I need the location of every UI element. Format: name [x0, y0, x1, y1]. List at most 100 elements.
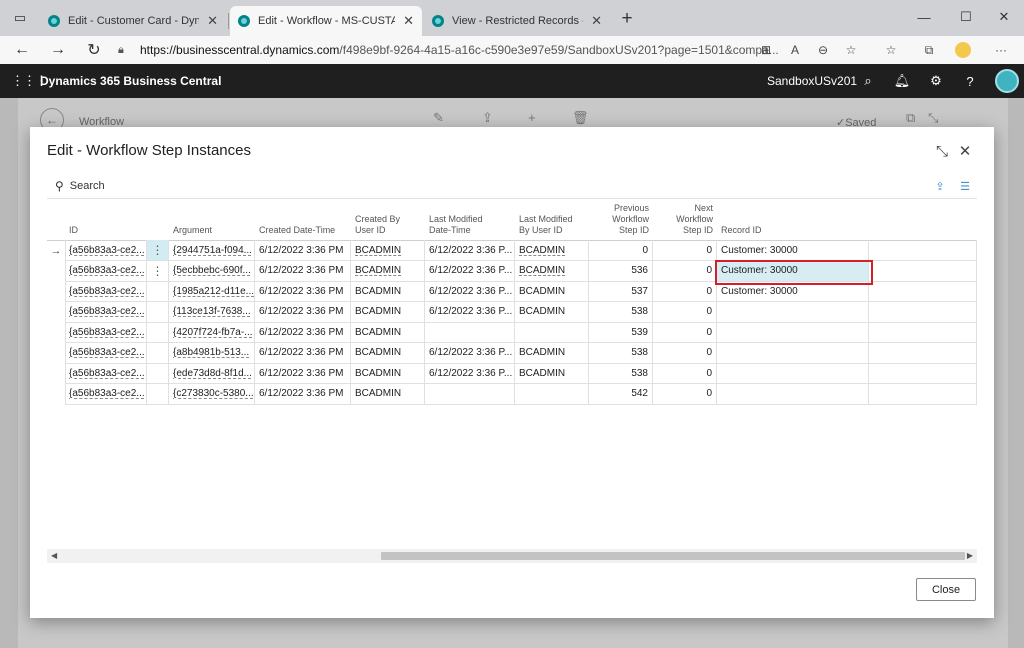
cell-record[interactable] [717, 383, 869, 405]
back-arrow-icon[interactable]: ← [10, 38, 34, 62]
cell-modified-by[interactable] [515, 322, 589, 343]
cell-argument[interactable]: {4207f724-fb7a-... [169, 322, 255, 343]
column-header-created-date-time[interactable]: Created Date-Time [259, 200, 347, 240]
favorite-star-icon[interactable]: ☆ [840, 38, 862, 62]
search-button[interactable]: ⚲ Search [55, 179, 105, 193]
zoom-icon[interactable]: ⊖ [812, 38, 834, 62]
list-view-icon[interactable]: ☰ [957, 178, 973, 194]
help-icon[interactable]: ? [961, 72, 979, 90]
cell-created[interactable]: 6/12/2022 3:36 PM [255, 342, 351, 364]
row-actions-icon[interactable] [147, 301, 169, 323]
cell-created-by[interactable]: BCADMIN [351, 281, 425, 302]
column-header-previous-workflow-step-id[interactable]: Previous Workflow Step ID [593, 200, 649, 240]
cell-modified-by[interactable]: BCADMIN [515, 301, 589, 323]
cell-argument[interactable]: {5ecbbebc-690f... [169, 260, 255, 282]
row-actions-icon[interactable]: ⋮ [147, 260, 169, 282]
more-options-icon[interactable]: ··· [990, 38, 1012, 62]
row-actions-icon[interactable] [147, 363, 169, 384]
cell-modified[interactable] [425, 322, 515, 343]
cell-argument[interactable]: {1985a212-d11e... [169, 281, 255, 302]
column-header-next-workflow-step-id[interactable]: Next Workflow Step ID [657, 200, 713, 240]
notification-bell-icon[interactable]: 🔔︎ [893, 72, 911, 90]
horizontal-scrollbar[interactable]: ◀ ▶ [47, 549, 977, 563]
row-actions-icon[interactable]: ⋮ [147, 240, 169, 261]
cell-created-by[interactable]: BCADMIN [351, 322, 425, 343]
scroll-left-icon[interactable]: ◀ [51, 551, 57, 560]
cell-id[interactable]: {a56b83a3-ce2... [65, 260, 147, 282]
cell-argument[interactable]: {113ce13f-7638... [169, 301, 255, 323]
cell-next[interactable]: 0 [653, 322, 717, 343]
cell-created[interactable]: 6/12/2022 3:36 PM [255, 322, 351, 343]
cell-next[interactable]: 0 [653, 383, 717, 405]
cell-id[interactable]: {a56b83a3-ce2... [65, 301, 147, 323]
cell-created-by[interactable]: BCADMIN [351, 260, 425, 282]
table-row[interactable]: {a56b83a3-ce2... {4207f724-fb7a-... 6/12/2… [47, 322, 977, 343]
table-row[interactable]: → {a56b83a3-ce2... ⋮ {2944751a-f094... 6/12/… [47, 240, 977, 261]
cell-next[interactable]: 0 [653, 301, 717, 323]
cell-id[interactable]: {a56b83a3-ce2... [65, 383, 147, 405]
cell-modified[interactable]: 6/12/2022 3:36 P... [425, 260, 515, 282]
cell-created-by[interactable]: BCADMIN [351, 383, 425, 405]
cell-id[interactable]: {a56b83a3-ce2... [65, 322, 147, 343]
cell-modified[interactable]: 6/12/2022 3:36 P... [425, 281, 515, 302]
cell-record[interactable] [717, 342, 869, 364]
browser-tab-customer-card[interactable]: Edit - Customer Card - Dynamics ✕ [40, 6, 226, 36]
cell-modified-by[interactable]: BCADMIN [515, 363, 589, 384]
cell-id[interactable]: {a56b83a3-ce2... [65, 281, 147, 302]
cell-created-by[interactable]: BCADMIN [351, 240, 425, 261]
cell-modified[interactable] [425, 383, 515, 405]
new-tab-button[interactable]: + [614, 6, 640, 32]
minimize-icon[interactable]: — [904, 3, 944, 31]
cell-next[interactable]: 0 [653, 363, 717, 384]
cell-created[interactable]: 6/12/2022 3:36 PM [255, 240, 351, 261]
cell-record[interactable] [717, 301, 869, 323]
row-actions-icon[interactable] [147, 281, 169, 302]
search-icon[interactable]: ⌕ [859, 72, 877, 90]
cell-modified-by[interactable]: BCADMIN [515, 240, 589, 261]
app-grid-icon[interactable]: ⊞ [755, 38, 777, 62]
row-actions-icon[interactable] [147, 383, 169, 405]
close-window-icon[interactable]: ✕ [984, 3, 1024, 31]
cell-next[interactable]: 0 [653, 240, 717, 261]
scrollbar-thumb[interactable] [381, 552, 965, 560]
cell-modified[interactable]: 6/12/2022 3:36 P... [425, 301, 515, 323]
table-row[interactable]: {a56b83a3-ce2... {a8b4981b-513... 6/12/202… [47, 342, 977, 364]
scroll-right-icon[interactable]: ▶ [967, 551, 973, 560]
maximize-icon[interactable]: ☐ [946, 3, 986, 31]
cell-modified-by[interactable]: BCADMIN [515, 342, 589, 364]
cell-prev[interactable]: 542 [589, 383, 653, 405]
cell-created[interactable]: 6/12/2022 3:36 PM [255, 383, 351, 405]
cell-prev[interactable]: 538 [589, 342, 653, 364]
close-button[interactable]: Close [916, 578, 976, 601]
browser-tab-workflow[interactable]: Edit - Workflow - MS-CUSTAW-W ✕ [230, 6, 422, 36]
cell-prev[interactable]: 0 [589, 240, 653, 261]
row-actions-icon[interactable] [147, 342, 169, 364]
column-header-last-modified-date-time[interactable]: Last Modified Date-Time [429, 200, 511, 240]
cell-argument[interactable]: {c273830c-5380... [169, 383, 255, 405]
cell-modified-by[interactable] [515, 383, 589, 405]
collections-icon[interactable]: ⧉ [918, 38, 940, 62]
tab-actions-icon[interactable]: ▭ [8, 6, 32, 30]
cell-next[interactable]: 0 [653, 281, 717, 302]
cell-prev[interactable]: 538 [589, 301, 653, 323]
cell-argument[interactable]: {2944751a-f094... [169, 240, 255, 261]
environment-name[interactable]: SandboxUSv201 [767, 74, 857, 88]
cell-next[interactable]: 0 [653, 260, 717, 282]
cell-id[interactable]: {a56b83a3-ce2... [65, 363, 147, 384]
column-header-created-by-user-id[interactable]: Created By User ID [355, 200, 421, 240]
cell-modified[interactable]: 6/12/2022 3:36 P... [425, 363, 515, 384]
cell-modified[interactable]: 6/12/2022 3:36 P... [425, 240, 515, 261]
share-icon[interactable]: ⇪ [932, 178, 948, 194]
browser-tab-restricted-records[interactable]: View - Restricted Records - Dyna ✕ [424, 6, 610, 36]
cell-modified-by[interactable]: BCADMIN [515, 260, 589, 282]
table-row[interactable]: {a56b83a3-ce2... {113ce13f-7638... 6/12/20… [47, 301, 977, 323]
close-tab-icon[interactable]: ✕ [591, 13, 602, 29]
favorites-icon[interactable]: ☆ [880, 38, 902, 62]
cell-created-by[interactable]: BCADMIN [351, 342, 425, 364]
cell-created-by[interactable]: BCADMIN [351, 301, 425, 323]
read-aloud-icon[interactable]: A [784, 38, 806, 62]
table-row[interactable]: {a56b83a3-ce2... {ede73d8d-8f1d... 6/12/20… [47, 363, 977, 384]
column-header-last-modified-by-user-id[interactable]: Last Modified By User ID [519, 200, 585, 240]
collapse-dialog-icon[interactable]: ⤡ [932, 141, 952, 161]
cell-created[interactable]: 6/12/2022 3:36 PM [255, 363, 351, 384]
